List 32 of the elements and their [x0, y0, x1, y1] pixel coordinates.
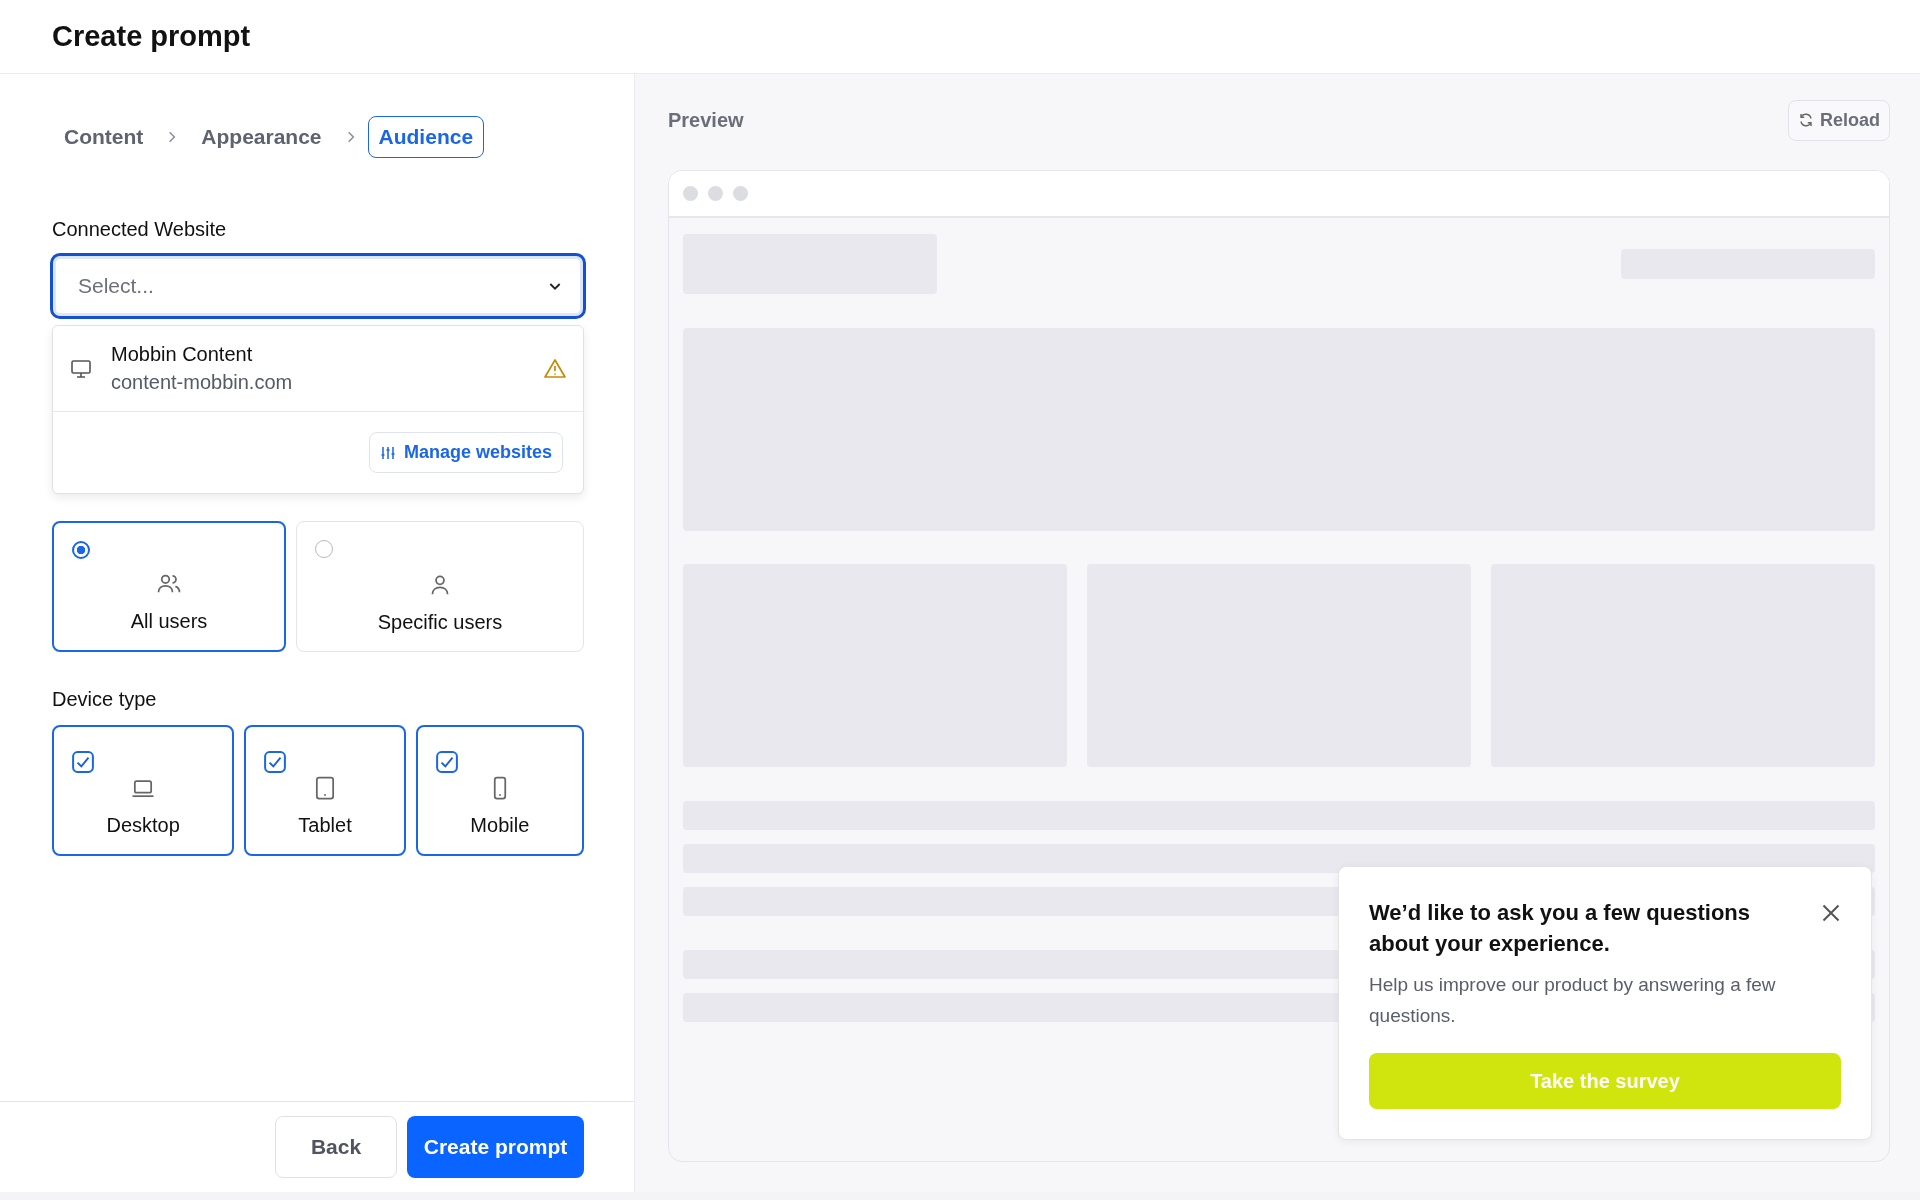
- preview-title: Preview: [668, 108, 744, 132]
- checkbox[interactable]: [264, 751, 287, 773]
- website-option[interactable]: Mobbin Content content-mobbin.com: [53, 326, 583, 412]
- device-option[interactable]: Mobile: [415, 725, 584, 856]
- reload-button[interactable]: Reload: [1788, 99, 1890, 141]
- checkbox[interactable]: [72, 751, 94, 773]
- device-option[interactable]: Tablet: [244, 725, 406, 856]
- manage-websites-button[interactable]: Manage websites: [368, 432, 563, 473]
- audience-option[interactable]: Specific users: [296, 521, 584, 652]
- step-tab[interactable]: Content: [64, 117, 144, 157]
- step-tab[interactable]: Appearance: [201, 117, 322, 157]
- close-icon[interactable]: [1821, 903, 1841, 923]
- survey-text: Help us improve our product by answering a few questions.: [1369, 973, 1777, 1028]
- radio-button[interactable]: [72, 541, 90, 559]
- checkbox[interactable]: [435, 751, 458, 773]
- back-button[interactable]: Back: [275, 1116, 397, 1178]
- window-dot: [683, 186, 698, 201]
- device-option[interactable]: Desktop: [52, 725, 235, 856]
- create-prompt-button[interactable]: Create prompt: [407, 1116, 584, 1178]
- window-dot: [708, 186, 723, 201]
- website-domain: content-mobbin.com: [111, 371, 294, 394]
- page-title: Create prompt: [52, 20, 251, 53]
- sliders-icon: [379, 444, 396, 461]
- website-name: Mobbin Content: [111, 343, 254, 366]
- audience-option[interactable]: All users: [52, 521, 286, 652]
- step-tab[interactable]: Audience: [367, 116, 485, 158]
- refresh-icon: [1798, 112, 1814, 128]
- field-label: Connected Website: [52, 218, 228, 241]
- website-select[interactable]: Select...: [50, 253, 586, 319]
- window-dot: [733, 186, 748, 201]
- field-label: Device type: [52, 688, 158, 711]
- survey-title: We’d like to ask you a few questions about your experience.: [1369, 899, 1752, 958]
